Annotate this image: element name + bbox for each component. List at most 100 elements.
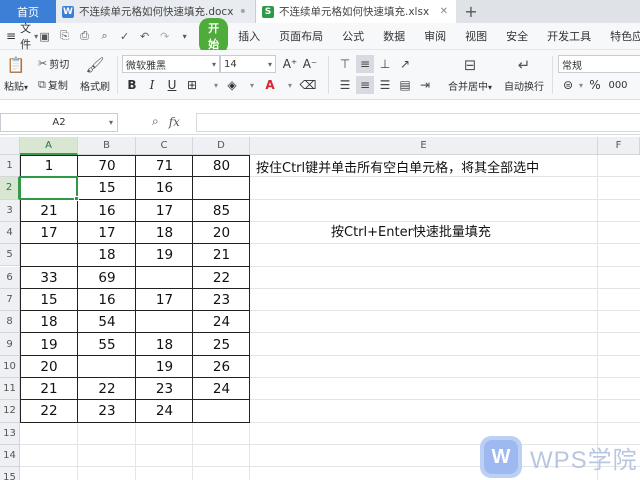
copy-button[interactable]: ⧉ 复制: [38, 77, 68, 93]
clear-format-eraser-icon[interactable]: ⌫: [300, 77, 317, 93]
cell-b1[interactable]: 70: [78, 155, 136, 177]
align-middle-icon[interactable]: ≡: [356, 55, 374, 73]
row-header-3[interactable]: 3: [0, 199, 20, 222]
number-format-select[interactable]: 常规: [558, 55, 640, 73]
row-header-12[interactable]: 12: [0, 400, 20, 423]
cell-c8[interactable]: [136, 311, 193, 333]
cell-b9[interactable]: 55: [78, 333, 136, 355]
align-bottom-icon[interactable]: ⊥: [376, 55, 394, 73]
cell-b11[interactable]: 22: [78, 378, 136, 400]
column-header-d[interactable]: D: [193, 137, 250, 155]
paste-button[interactable]: 📋 粘贴▾: [4, 56, 28, 93]
row-header-13[interactable]: 13: [0, 422, 20, 445]
zoom-search-icon[interactable]: ⌕: [152, 114, 159, 129]
cell-a4[interactable]: 17: [20, 222, 78, 244]
row-header-2[interactable]: 2: [0, 177, 20, 200]
borders-dropdown-icon[interactable]: ▾: [208, 77, 224, 93]
column-header-f[interactable]: F: [598, 137, 640, 155]
cell-d7[interactable]: 23: [193, 289, 250, 311]
underline-button[interactable]: U: [164, 77, 180, 93]
thousands-separator-button[interactable]: 000: [607, 77, 629, 93]
cell-a1[interactable]: 1: [20, 155, 78, 177]
merge-center-button[interactable]: ⊟ 合并居中▾: [448, 56, 492, 93]
cell-d12[interactable]: [193, 400, 250, 422]
cell-a3[interactable]: 21: [20, 200, 78, 222]
font-name-select[interactable]: 微软雅黑 ▾: [122, 55, 220, 73]
menu-formulas[interactable]: 公式: [342, 28, 364, 44]
cell-d1[interactable]: 80: [193, 155, 250, 177]
increase-font-icon[interactable]: A⁺: [282, 56, 298, 72]
cell-b8[interactable]: 54: [78, 311, 136, 333]
cell-c10[interactable]: 19: [136, 356, 193, 378]
cell-a8[interactable]: 18: [20, 311, 78, 333]
align-right-icon[interactable]: ☰: [376, 76, 394, 94]
file-menu[interactable]: ≡ 文件 ▾: [0, 20, 38, 52]
row-header-5[interactable]: 5: [0, 244, 20, 267]
cell-b2[interactable]: 15: [78, 177, 136, 199]
menu-special[interactable]: 特色应用: [610, 28, 640, 44]
cell-b3[interactable]: 16: [78, 200, 136, 222]
bold-button[interactable]: B: [124, 77, 140, 93]
tab-xlsx[interactable]: S 不连续单元格如何快速填充.xlsx ✕: [256, 0, 456, 23]
cell-d10[interactable]: 26: [193, 356, 250, 378]
column-header-c[interactable]: C: [136, 137, 193, 155]
cell-c5[interactable]: 19: [136, 244, 193, 266]
cell-a11[interactable]: 21: [20, 378, 78, 400]
save-icon[interactable]: ▣: [38, 30, 51, 43]
row-header-4[interactable]: 4: [0, 221, 20, 245]
menu-start[interactable]: 开始: [199, 18, 229, 54]
cell-b4[interactable]: 17: [78, 222, 136, 244]
cell-b5[interactable]: 18: [78, 244, 136, 266]
row-header-7[interactable]: 7: [0, 288, 20, 312]
row-header-14[interactable]: 14: [0, 444, 20, 468]
fill-color-dropdown-icon[interactable]: ▾: [244, 77, 260, 93]
align-top-icon[interactable]: ⊤: [336, 55, 354, 73]
align-center-icon[interactable]: ≡: [356, 76, 374, 94]
column-header-a[interactable]: A: [20, 137, 78, 155]
font-color-dropdown-icon[interactable]: ▾: [282, 77, 298, 93]
cell-a7[interactable]: 15: [20, 289, 78, 311]
new-tab-plus-icon[interactable]: +: [456, 0, 486, 23]
cell-c4[interactable]: 18: [136, 222, 193, 244]
align-left-icon[interactable]: ☰: [336, 76, 354, 94]
row-header-10[interactable]: 10: [0, 355, 20, 378]
borders-icon[interactable]: ⊞: [184, 77, 200, 93]
cell-d4[interactable]: 20: [193, 222, 250, 244]
menu-security[interactable]: 安全: [506, 28, 528, 44]
menu-page-layout[interactable]: 页面布局: [279, 28, 323, 44]
menu-data[interactable]: 数据: [383, 28, 405, 44]
row-header-1[interactable]: 1: [0, 155, 20, 178]
menu-insert[interactable]: 插入: [238, 28, 260, 44]
column-header-b[interactable]: B: [78, 137, 136, 155]
print-icon[interactable]: ⎙: [78, 29, 91, 43]
redo-icon[interactable]: ↷: [158, 30, 171, 43]
undo-icon[interactable]: ↶: [138, 30, 151, 43]
tab-docx-modified-dot-icon[interactable]: •: [239, 4, 247, 20]
formula-input[interactable]: [196, 113, 640, 132]
qat-more-icon[interactable]: ▾: [178, 30, 191, 43]
menu-review[interactable]: 审阅: [424, 28, 446, 44]
tab-xlsx-close-icon[interactable]: ✕: [440, 6, 448, 17]
cell-b10[interactable]: [78, 356, 136, 378]
percent-button[interactable]: %: [587, 77, 603, 93]
menu-developer[interactable]: 开发工具: [547, 28, 591, 44]
cell-a10[interactable]: 20: [20, 356, 78, 378]
cut-button[interactable]: ✂ 剪切: [38, 56, 69, 71]
cell-b12[interactable]: 23: [78, 400, 136, 422]
row-header-11[interactable]: 11: [0, 378, 20, 401]
distribute-icon[interactable]: ▤: [396, 76, 414, 94]
font-size-select[interactable]: 14 ▾: [220, 55, 276, 73]
spell-check-icon[interactable]: ✓: [118, 30, 131, 43]
row-header-6[interactable]: 6: [0, 266, 20, 289]
row-header-8[interactable]: 8: [0, 311, 20, 334]
fill-handle[interactable]: [74, 195, 79, 201]
print-preview-icon[interactable]: ⌕: [98, 29, 111, 43]
cell-c7[interactable]: 17: [136, 289, 193, 311]
cell-b7[interactable]: 16: [78, 289, 136, 311]
cell-c1[interactable]: 71: [136, 155, 193, 177]
cell-d5[interactable]: 21: [193, 244, 250, 266]
row-header-9[interactable]: 9: [0, 333, 20, 356]
name-box[interactable]: A2 ▾: [0, 113, 118, 132]
font-color-button[interactable]: A: [262, 77, 278, 93]
cell-a6[interactable]: 33: [20, 267, 78, 289]
